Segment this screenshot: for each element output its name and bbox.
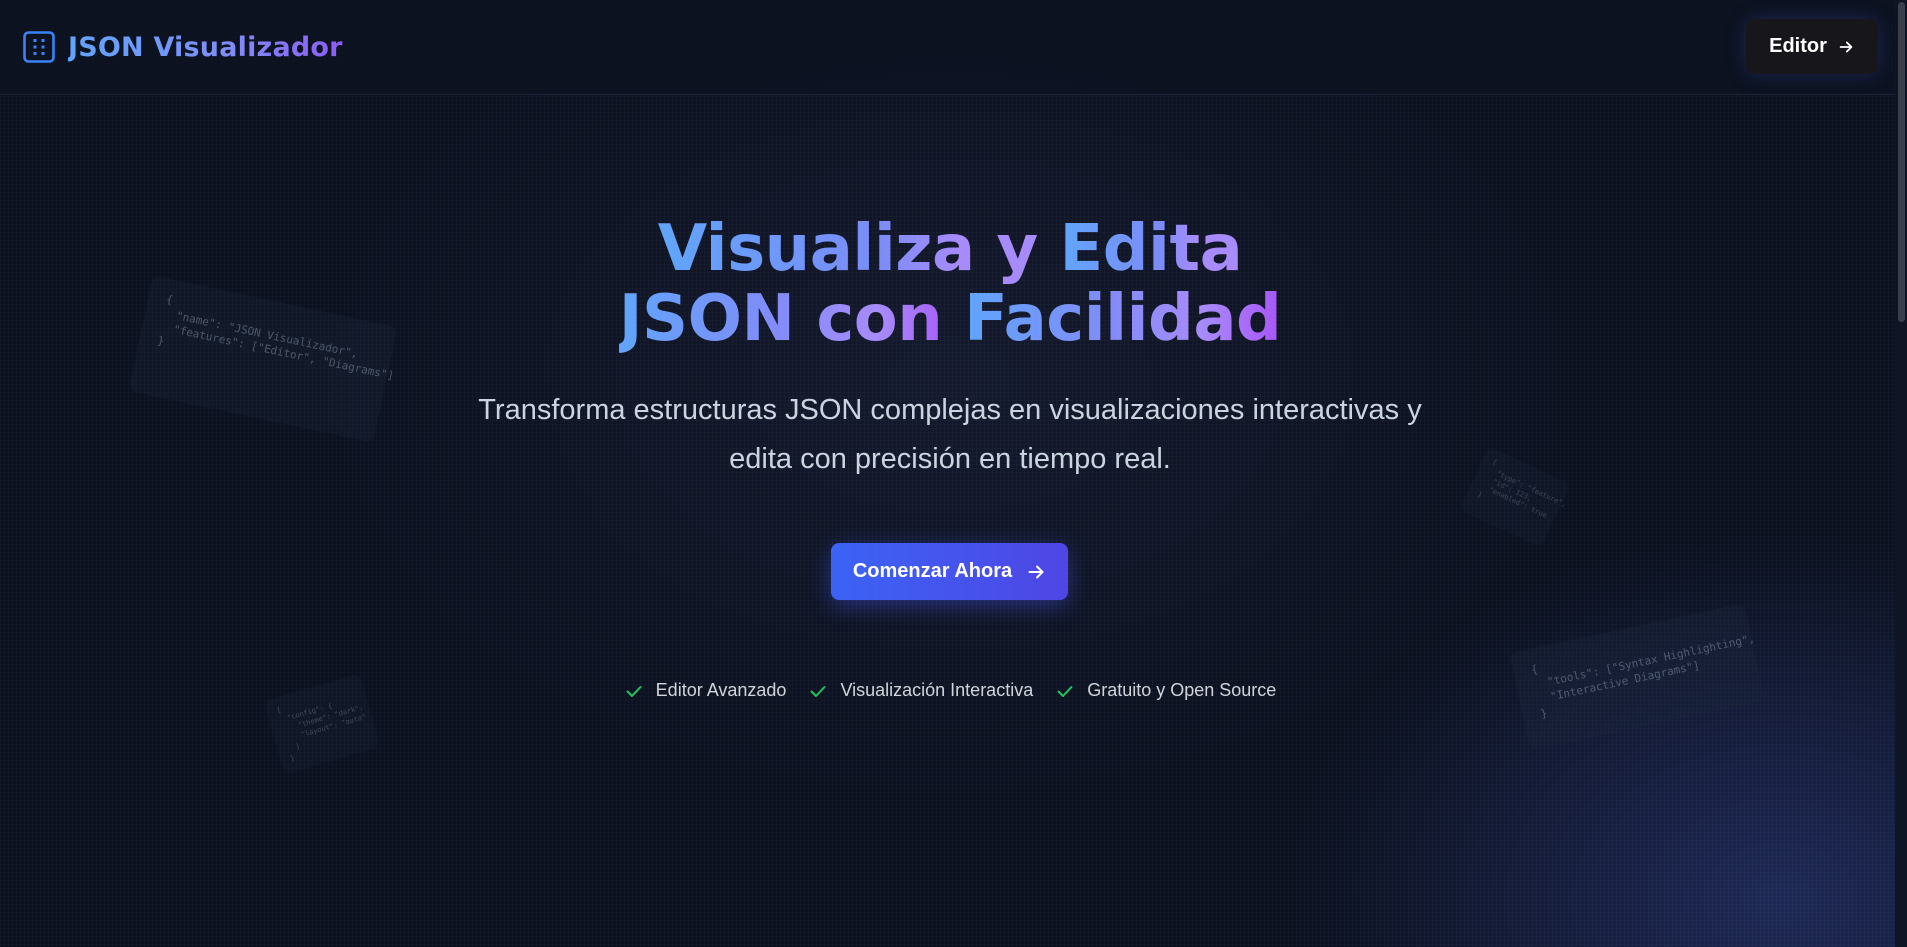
- feature-label: Gratuito y Open Source: [1087, 680, 1277, 700]
- hero-title-highlight: Facilidad: [964, 282, 1282, 356]
- check-icon: [810, 685, 826, 697]
- brand-logo-link[interactable]: JSON Visualizador: [22, 30, 343, 64]
- feature-label: Editor Avanzado: [655, 680, 787, 700]
- start-now-button-label: Comenzar Ahora: [852, 560, 1013, 582]
- hero-title-line-1: Visualiza y Edita: [500, 214, 1400, 284]
- start-now-button[interactable]: Comenzar Ahora: [831, 543, 1068, 600]
- brand-title: JSON Visualizador: [68, 31, 343, 63]
- feature-item: Visualización Interactiva: [808, 680, 1033, 701]
- arrow-right-icon: [1839, 41, 1853, 52]
- floating-code-card: { "name": "JSON Visualizador", "features…: [128, 275, 398, 443]
- hero-title-highlight: Edita: [1059, 212, 1243, 286]
- hero-title-text: Visualiza y: [657, 212, 1060, 286]
- landing-page: { "name": "JSON Visualizador", "features…: [0, 0, 1907, 947]
- editor-button-label: Editor: [1769, 35, 1827, 57]
- check-icon: [1057, 685, 1073, 697]
- editor-button[interactable]: Editor: [1746, 19, 1878, 74]
- hero-subtitle: Transforma estructuras JSON complejas en…: [450, 386, 1450, 484]
- feature-item: Editor Avanzado: [624, 680, 787, 701]
- hero-title-text: JSON con: [618, 282, 965, 356]
- hero-title-line-2: JSON con Facilidad: [500, 284, 1400, 354]
- hero-title: Visualiza y Edita JSON con Facilidad: [500, 214, 1400, 354]
- floating-code-card: { "tools": ["Syntax Highlighting", "Inte…: [1509, 603, 1765, 751]
- top-navbar: JSON Visualizador Editor: [0, 0, 1907, 95]
- floating-code-card: { "type": "feature", "id": 123, "enabled…: [1459, 446, 1571, 548]
- arrow-right-icon: [1028, 565, 1044, 578]
- hero-subtitle-line-2: edita con precisión en tiempo real.: [729, 443, 1171, 475]
- scrollbar-thumb[interactable]: [1898, 2, 1905, 322]
- page-scrollbar[interactable]: [1895, 0, 1907, 947]
- feature-label: Visualización Interactiva: [840, 680, 1034, 700]
- floating-code-card: { "config": { "theme": "dark", "layout":…: [263, 673, 381, 775]
- hero-subtitle-line-1: Transforma estructuras JSON complejas en…: [478, 394, 1422, 426]
- feature-list: Editor Avanzado Visualización Interactiv…: [450, 680, 1450, 701]
- check-icon: [626, 685, 642, 697]
- feature-item: Gratuito y Open Source: [1055, 680, 1276, 701]
- layout-grid-icon: [23, 31, 55, 63]
